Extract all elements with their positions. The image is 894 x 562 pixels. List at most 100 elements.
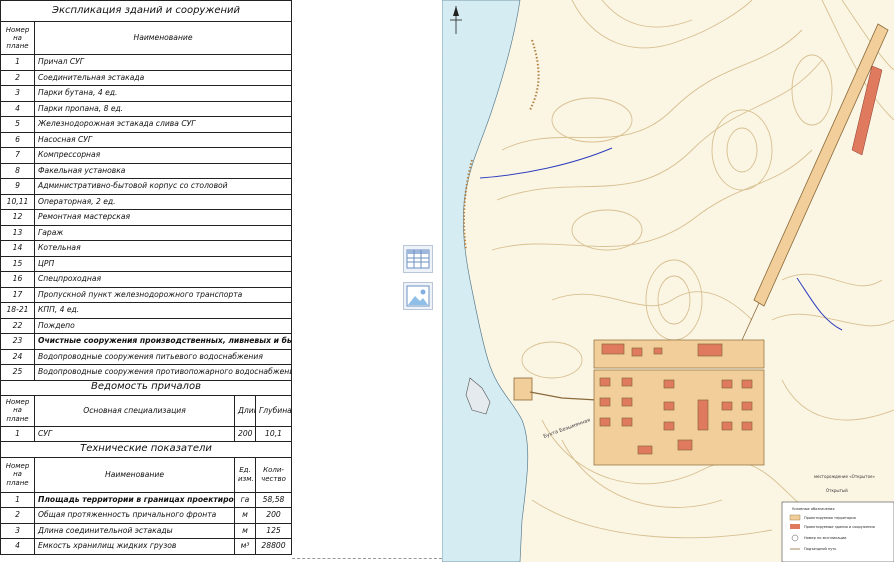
row-name: Очистные сооружения производственных, ли… — [33, 333, 293, 350]
explication-header-row: Номер на плане Наименование — [0, 21, 293, 55]
table-row: 18-21 КПП, 4 ед. — [0, 302, 293, 319]
indicator-name: Длина соединительной эстакады — [34, 522, 235, 539]
table-row: 3 Длина соединительной эстакады м 125 — [0, 522, 293, 539]
table-row: 16 Спецпроходная — [0, 271, 293, 288]
explication-table: Экспликация зданий и сооружений Номер на … — [0, 0, 293, 555]
indicator-qty: 28800 — [254, 538, 293, 555]
row-name: КПП, 4 ед. — [33, 302, 293, 319]
indicator-unit: га — [234, 491, 256, 508]
table-row: 7 Компрессорная — [0, 147, 293, 164]
row-number: 18-21 — [0, 302, 35, 319]
berth-spec: СУГ — [34, 425, 235, 442]
row-name: Котельная — [33, 240, 293, 257]
indicator-number: 4 — [0, 538, 35, 555]
indicator-name: Емкость хранилищ жидких грузов — [34, 538, 235, 555]
row-number: 10,11 — [0, 193, 35, 210]
table-row: 10,11 Операторная, 2 ед. — [0, 193, 293, 210]
table-row: 4 Парки пропана, 8 ед. — [0, 100, 293, 117]
indicator-qty: 58,58 — [254, 491, 293, 508]
table-row: 9 Административно-бытовой корпус со столо… — [0, 178, 293, 195]
indicator-qty: 125 — [254, 522, 293, 539]
ind-col-number: Номер на плане — [0, 456, 35, 493]
table-row: 25 Водопроводные сооружения противопожарн… — [0, 364, 293, 381]
legend-item-territory: Проектируемая территория — [804, 516, 856, 520]
table-row: 5 Железнодорожная эстакада слива СУГ — [0, 116, 293, 133]
row-number: 23 — [0, 333, 35, 350]
indicators-title: Технические показатели — [0, 440, 293, 458]
row-number: 17 — [0, 286, 35, 303]
row-name: Пропускной пункт железнодорожного трансп… — [33, 286, 293, 303]
ind-col-qty: Коли-чество — [254, 456, 293, 493]
row-name: Факельная установка — [33, 162, 293, 179]
table-row: 2 Общая протяженность причального фронта м… — [0, 507, 293, 524]
table-row: 8 Факельная установка — [0, 162, 293, 179]
row-name: Причал СУГ — [33, 54, 293, 71]
row-name: Гараж — [33, 224, 293, 241]
row-name: Операторная, 2 ед. — [33, 193, 293, 210]
berth-depth: 10,1 — [254, 425, 293, 442]
table-icon[interactable] — [403, 245, 433, 273]
site-plan-map: Бухта Безымянная месторождение «Открытое… — [442, 0, 894, 562]
sheet-border-dash — [292, 558, 442, 559]
col-name-header: Наименование — [33, 21, 293, 55]
row-name: Соединительная эстакада — [33, 69, 293, 86]
table-row: 3 Парки бутана, 4 ед. — [0, 85, 293, 102]
berth-col-spec: Основная специализация — [34, 394, 235, 427]
berths-title: Ведомость причалов — [0, 379, 293, 396]
table-row: 2 Соединительная эстакада — [0, 69, 293, 86]
legend-item-number: Номер по экспликации — [804, 536, 846, 540]
table-row: 22 Пождепо — [0, 317, 293, 334]
ind-col-unit: Ед. изм. — [234, 456, 256, 493]
table-row: 4 Емкость хранилищ жидких грузов м³ 28800 — [0, 538, 293, 555]
row-number: 9 — [0, 178, 35, 195]
table-row: 1 Площадь территории в границах проектиро… — [0, 491, 293, 508]
row-name: Спецпроходная — [33, 271, 293, 288]
floating-toolbar — [403, 245, 433, 319]
ind-col-name: Наименование — [34, 456, 235, 493]
explication-title-row: Экспликация зданий и сооружений — [0, 0, 293, 22]
row-name: ЦРП — [33, 255, 293, 272]
row-number: 7 — [0, 147, 35, 164]
table-row: 13 Гараж — [0, 224, 293, 241]
indicator-number: 1 — [0, 491, 35, 508]
berth-number: 1 — [0, 425, 35, 442]
row-name: Парки бутана, 4 ед. — [33, 85, 293, 102]
indicator-number: 2 — [0, 507, 35, 524]
col-number-header: Номер на плане — [0, 21, 35, 55]
row-number: 13 — [0, 224, 35, 241]
row-name: Насосная СУГ — [33, 131, 293, 148]
table-row: 24 Водопроводные сооружения питьевого вод… — [0, 348, 293, 365]
row-number: 12 — [0, 209, 35, 226]
berths-title-row: Ведомость причалов — [0, 379, 293, 396]
row-number: 14 — [0, 240, 35, 257]
row-number: 3 — [0, 85, 35, 102]
map-label-deposit: месторождение «Открытое» — [814, 474, 875, 479]
berths-header-row: Номер на планеОсновная специализацияДлин… — [0, 394, 293, 427]
berth-col-number: Номер на плане — [0, 394, 35, 427]
indicators-title-row: Технические показатели — [0, 440, 293, 458]
map-legend: Условные обозначения Проектируемая терри… — [781, 501, 894, 562]
row-number: 8 — [0, 162, 35, 179]
row-name: Водопроводные сооружения противопожарног… — [33, 364, 293, 381]
explication-sheet: Экспликация зданий и сооружений Номер на … — [0, 0, 293, 562]
row-name: Компрессорная — [33, 147, 293, 164]
berth-length: 200 — [234, 425, 256, 442]
row-name: Административно-бытовой корпус со столов… — [33, 178, 293, 195]
row-number: 4 — [0, 100, 35, 117]
row-name: Водопроводные сооружения питьевого водос… — [33, 348, 293, 365]
indicator-name: Общая протяженность причального фронта — [34, 507, 235, 524]
row-name: Ремонтная мастерская — [33, 209, 293, 226]
indicators-header-row: Номер на плане Наименование Ед. изм. Коли-ч… — [0, 456, 293, 493]
map-label-settlement: Открытый — [826, 488, 848, 493]
legend-item-buildings: Проектируемые здания и сооружения — [804, 525, 875, 529]
berth — [513, 377, 533, 401]
indicator-unit: м — [234, 507, 256, 524]
row-number: 6 — [0, 131, 35, 148]
table-row: 12 Ремонтная мастерская — [0, 209, 293, 226]
row-number: 16 — [0, 271, 35, 288]
table-row: 15 ЦРП — [0, 255, 293, 272]
berth-col-length: Длина, м — [234, 394, 256, 427]
row-number: 24 — [0, 348, 35, 365]
explication-title: Экспликация зданий и сооружений — [0, 0, 293, 22]
image-icon[interactable] — [403, 282, 433, 310]
